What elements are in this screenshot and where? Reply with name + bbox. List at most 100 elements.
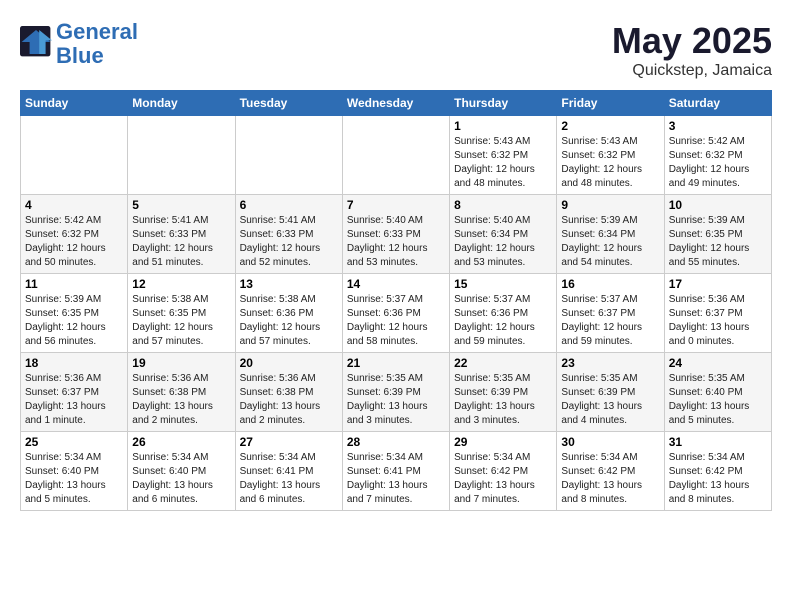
cell-daylight-text: Sunrise: 5:41 AMSunset: 6:33 PMDaylight:… bbox=[132, 214, 230, 270]
calendar-cell bbox=[342, 116, 449, 195]
cell-daylight-text: Sunrise: 5:36 AMSunset: 6:38 PMDaylight:… bbox=[132, 372, 230, 428]
calendar-cell: 11Sunrise: 5:39 AMSunset: 6:35 PMDayligh… bbox=[21, 274, 128, 353]
day-number: 12 bbox=[132, 277, 230, 291]
header: General Blue May 2025 Quickstep, Jamaica bbox=[20, 20, 772, 80]
cell-daylight-text: Sunrise: 5:34 AMSunset: 6:40 PMDaylight:… bbox=[132, 451, 230, 507]
day-number: 3 bbox=[669, 119, 767, 133]
cell-daylight-text: Sunrise: 5:42 AMSunset: 6:32 PMDaylight:… bbox=[669, 135, 767, 191]
day-number: 25 bbox=[25, 435, 123, 449]
calendar-cell: 5Sunrise: 5:41 AMSunset: 6:33 PMDaylight… bbox=[128, 195, 235, 274]
calendar-cell: 25 Sunrise: 5:34 AMSunset: 6:40 PMDayligh… bbox=[21, 432, 128, 511]
calendar-cell: 28 Sunrise: 5:34 AMSunset: 6:41 PMDayligh… bbox=[342, 432, 449, 511]
cell-daylight-text: Sunrise: 5:42 AMSunset: 6:32 PMDaylight:… bbox=[25, 214, 123, 270]
calendar-cell: 29 Sunrise: 5:34 AMSunset: 6:42 PMDayligh… bbox=[450, 432, 557, 511]
cell-daylight-text: Sunrise: 5:39 AMSunset: 6:34 PMDaylight:… bbox=[561, 214, 659, 270]
calendar-cell: 14Sunrise: 5:37 AMSunset: 6:36 PMDayligh… bbox=[342, 274, 449, 353]
day-number: 1 bbox=[454, 119, 552, 133]
cell-daylight-text: Sunrise: 5:37 AMSunset: 6:36 PMDaylight:… bbox=[454, 293, 552, 349]
cell-daylight-text: Sunrise: 5:38 AMSunset: 6:35 PMDaylight:… bbox=[132, 293, 230, 349]
calendar-cell: 13 Sunrise: 5:38 AMSunset: 6:36 PMDayligh… bbox=[235, 274, 342, 353]
calendar-cell: 19Sunrise: 5:36 AMSunset: 6:38 PMDayligh… bbox=[128, 353, 235, 432]
calendar-week-row: 1 Sunrise: 5:43 AMSunset: 6:32 PMDaylight… bbox=[21, 116, 772, 195]
cell-daylight-text: Sunrise: 5:35 AMSunset: 6:40 PMDaylight:… bbox=[669, 372, 767, 428]
cell-daylight-text: Sunrise: 5:38 AMSunset: 6:36 PMDaylight:… bbox=[240, 293, 338, 349]
day-number: 9 bbox=[561, 198, 659, 212]
cell-daylight-text: Sunrise: 5:34 AMSunset: 6:42 PMDaylight:… bbox=[669, 451, 767, 507]
cell-daylight-text: Sunrise: 5:43 AMSunset: 6:32 PMDaylight:… bbox=[454, 135, 552, 191]
cell-daylight-text: Sunrise: 5:36 AMSunset: 6:37 PMDaylight:… bbox=[25, 372, 123, 428]
day-number: 2 bbox=[561, 119, 659, 133]
cell-daylight-text: Sunrise: 5:34 AMSunset: 6:41 PMDaylight:… bbox=[240, 451, 338, 507]
weekday-header: Wednesday bbox=[342, 91, 449, 116]
day-number: 10 bbox=[669, 198, 767, 212]
weekday-header: Monday bbox=[128, 91, 235, 116]
calendar-week-row: 11Sunrise: 5:39 AMSunset: 6:35 PMDayligh… bbox=[21, 274, 772, 353]
weekday-header: Sunday bbox=[21, 91, 128, 116]
location: Quickstep, Jamaica bbox=[612, 62, 772, 80]
weekday-header: Tuesday bbox=[235, 91, 342, 116]
weekday-header-row: SundayMondayTuesdayWednesdayThursdayFrid… bbox=[21, 91, 772, 116]
cell-daylight-text: Sunrise: 5:37 AMSunset: 6:36 PMDaylight:… bbox=[347, 293, 445, 349]
day-number: 7 bbox=[347, 198, 445, 212]
calendar-cell: 22 Sunrise: 5:35 AMSunset: 6:39 PMDayligh… bbox=[450, 353, 557, 432]
calendar-cell: 16 Sunrise: 5:37 AMSunset: 6:37 PMDayligh… bbox=[557, 274, 664, 353]
logo-line2: Blue bbox=[56, 43, 104, 68]
day-number: 13 bbox=[240, 277, 338, 291]
calendar: SundayMondayTuesdayWednesdayThursdayFrid… bbox=[20, 90, 772, 511]
calendar-cell: 3 Sunrise: 5:42 AMSunset: 6:32 PMDaylight… bbox=[664, 116, 771, 195]
day-number: 17 bbox=[669, 277, 767, 291]
calendar-cell: 2Sunrise: 5:43 AMSunset: 6:32 PMDaylight… bbox=[557, 116, 664, 195]
cell-daylight-text: Sunrise: 5:40 AMSunset: 6:33 PMDaylight:… bbox=[347, 214, 445, 270]
cell-daylight-text: Sunrise: 5:36 AMSunset: 6:37 PMDaylight:… bbox=[669, 293, 767, 349]
day-number: 28 bbox=[347, 435, 445, 449]
calendar-week-row: 4 Sunrise: 5:42 AMSunset: 6:32 PMDaylight… bbox=[21, 195, 772, 274]
calendar-cell: 27Sunrise: 5:34 AMSunset: 6:41 PMDayligh… bbox=[235, 432, 342, 511]
calendar-cell: 31 Sunrise: 5:34 AMSunset: 6:42 PMDayligh… bbox=[664, 432, 771, 511]
calendar-week-row: 25 Sunrise: 5:34 AMSunset: 6:40 PMDayligh… bbox=[21, 432, 772, 511]
calendar-cell bbox=[235, 116, 342, 195]
cell-daylight-text: Sunrise: 5:35 AMSunset: 6:39 PMDaylight:… bbox=[454, 372, 552, 428]
cell-daylight-text: Sunrise: 5:34 AMSunset: 6:41 PMDaylight:… bbox=[347, 451, 445, 507]
day-number: 24 bbox=[669, 356, 767, 370]
calendar-cell: 17 Sunrise: 5:36 AMSunset: 6:37 PMDayligh… bbox=[664, 274, 771, 353]
logo-icon bbox=[20, 26, 52, 58]
calendar-cell bbox=[128, 116, 235, 195]
day-number: 8 bbox=[454, 198, 552, 212]
calendar-week-row: 18Sunrise: 5:36 AMSunset: 6:37 PMDayligh… bbox=[21, 353, 772, 432]
cell-daylight-text: Sunrise: 5:39 AMSunset: 6:35 PMDaylight:… bbox=[669, 214, 767, 270]
calendar-cell: 15 Sunrise: 5:37 AMSunset: 6:36 PMDayligh… bbox=[450, 274, 557, 353]
cell-daylight-text: Sunrise: 5:34 AMSunset: 6:42 PMDaylight:… bbox=[561, 451, 659, 507]
day-number: 15 bbox=[454, 277, 552, 291]
cell-daylight-text: Sunrise: 5:34 AMSunset: 6:42 PMDaylight:… bbox=[454, 451, 552, 507]
day-number: 22 bbox=[454, 356, 552, 370]
day-number: 20 bbox=[240, 356, 338, 370]
day-number: 21 bbox=[347, 356, 445, 370]
calendar-cell: 20 Sunrise: 5:36 AMSunset: 6:38 PMDayligh… bbox=[235, 353, 342, 432]
day-number: 31 bbox=[669, 435, 767, 449]
day-number: 29 bbox=[454, 435, 552, 449]
calendar-cell: 21 Sunrise: 5:35 AMSunset: 6:39 PMDayligh… bbox=[342, 353, 449, 432]
day-number: 11 bbox=[25, 277, 123, 291]
day-number: 4 bbox=[25, 198, 123, 212]
calendar-cell bbox=[21, 116, 128, 195]
day-number: 26 bbox=[132, 435, 230, 449]
day-number: 16 bbox=[561, 277, 659, 291]
calendar-cell: 26 Sunrise: 5:34 AMSunset: 6:40 PMDayligh… bbox=[128, 432, 235, 511]
cell-daylight-text: Sunrise: 5:36 AMSunset: 6:38 PMDaylight:… bbox=[240, 372, 338, 428]
calendar-cell: 7 Sunrise: 5:40 AMSunset: 6:33 PMDaylight… bbox=[342, 195, 449, 274]
calendar-cell: 24 Sunrise: 5:35 AMSunset: 6:40 PMDayligh… bbox=[664, 353, 771, 432]
calendar-cell: 18Sunrise: 5:36 AMSunset: 6:37 PMDayligh… bbox=[21, 353, 128, 432]
calendar-cell: 30 Sunrise: 5:34 AMSunset: 6:42 PMDayligh… bbox=[557, 432, 664, 511]
calendar-cell: 9 Sunrise: 5:39 AMSunset: 6:34 PMDaylight… bbox=[557, 195, 664, 274]
title-block: May 2025 Quickstep, Jamaica bbox=[612, 20, 772, 80]
day-number: 30 bbox=[561, 435, 659, 449]
calendar-cell: 12 Sunrise: 5:38 AMSunset: 6:35 PMDayligh… bbox=[128, 274, 235, 353]
cell-daylight-text: Sunrise: 5:41 AMSunset: 6:33 PMDaylight:… bbox=[240, 214, 338, 270]
cell-daylight-text: Sunrise: 5:35 AMSunset: 6:39 PMDaylight:… bbox=[347, 372, 445, 428]
weekday-header: Friday bbox=[557, 91, 664, 116]
cell-daylight-text: Sunrise: 5:37 AMSunset: 6:37 PMDaylight:… bbox=[561, 293, 659, 349]
weekday-header: Thursday bbox=[450, 91, 557, 116]
cell-daylight-text: Sunrise: 5:35 AMSunset: 6:39 PMDaylight:… bbox=[561, 372, 659, 428]
month-title: May 2025 bbox=[612, 20, 772, 62]
cell-daylight-text: Sunrise: 5:34 AMSunset: 6:40 PMDaylight:… bbox=[25, 451, 123, 507]
